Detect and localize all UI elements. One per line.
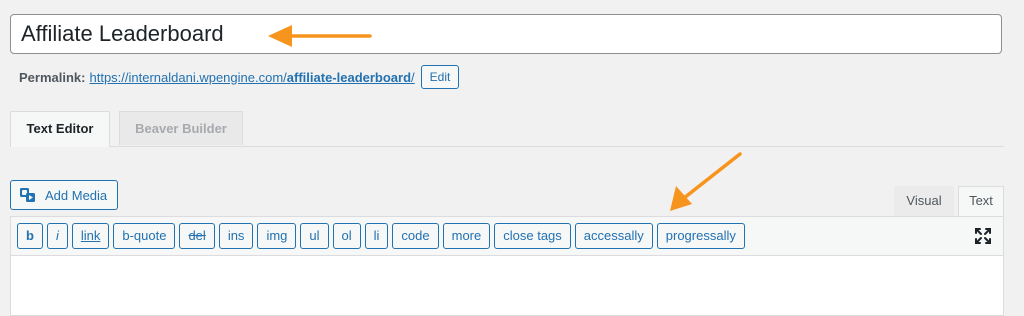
tab-visual[interactable]: Visual (894, 186, 954, 216)
add-media-button[interactable]: Add Media (10, 180, 119, 210)
tab-text-editor[interactable]: Text Editor (10, 111, 110, 147)
qt-accessally-button[interactable]: accessally (574, 223, 653, 249)
arrow-annotation-icon (670, 152, 742, 211)
qt-img-button[interactable]: img (257, 223, 297, 249)
tabs-divider (10, 146, 1004, 147)
arrow-annotation-icon (268, 25, 372, 47)
qt-li-button[interactable]: li (364, 223, 389, 249)
qt-ol-button[interactable]: ol (332, 223, 361, 249)
add-media-label: Add Media (45, 187, 108, 203)
qt-italic-button[interactable]: i (46, 223, 68, 249)
content-textarea[interactable] (10, 256, 1004, 316)
qt-bold-button[interactable]: b (17, 223, 43, 249)
permalink-url[interactable]: https://internaldani.wpengine.com/affili… (89, 70, 414, 85)
tab-beaver-builder[interactable]: Beaver Builder (119, 111, 243, 145)
post-title-input[interactable]: Affiliate Leaderboard (10, 14, 1002, 54)
quicktags-toolbar: b i link b-quote del ins img ul ol li co… (10, 216, 1004, 256)
qt-ul-button[interactable]: ul (300, 223, 329, 249)
qt-progressally-button[interactable]: progressally (656, 223, 745, 249)
qt-link-button[interactable]: link (71, 223, 110, 249)
qt-more-button[interactable]: more (442, 223, 491, 249)
fullscreen-icon[interactable] (974, 227, 992, 250)
qt-blockquote-button[interactable]: b-quote (113, 223, 176, 249)
permalink-label: Permalink: (19, 69, 86, 85)
qt-ins-button[interactable]: ins (218, 223, 254, 249)
qt-code-button[interactable]: code (392, 223, 439, 249)
qt-del-button[interactable]: del (179, 223, 215, 249)
media-icon (19, 186, 37, 204)
qt-close-tags-button[interactable]: close tags (494, 223, 571, 249)
permalink-edit-button[interactable]: Edit (420, 65, 460, 89)
permalink-row: Permalink: https://internaldani.wpengine… (19, 65, 460, 89)
tab-text[interactable]: Text (958, 186, 1004, 217)
